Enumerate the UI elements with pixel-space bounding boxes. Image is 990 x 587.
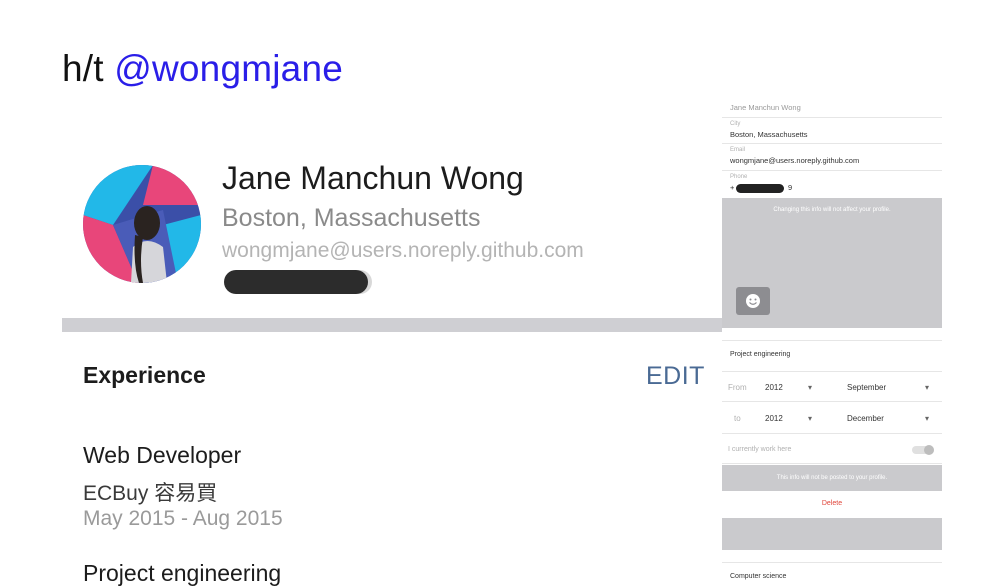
- next-section-title: Computer science: [730, 573, 787, 580]
- phone-field-suffix: 9: [788, 183, 793, 192]
- toggle-knob: [924, 445, 934, 455]
- field-divider: [722, 340, 942, 341]
- chevron-down-icon: ▾: [808, 383, 813, 392]
- twitter-handle-link[interactable]: @wongmjane: [114, 48, 343, 89]
- field-divider: [722, 401, 942, 402]
- chevron-down-icon: ▾: [808, 414, 813, 423]
- phone-field-label: Phone: [730, 174, 748, 180]
- field-divider: [722, 562, 942, 563]
- email-field-input[interactable]: wongmjane@users.noreply.github.com: [730, 156, 859, 165]
- from-label: From: [728, 383, 747, 392]
- post-note: This info will not be posted to your pro…: [776, 475, 888, 481]
- emoji-button[interactable]: [736, 287, 770, 315]
- edit-experience-button[interactable]: EDIT: [646, 362, 705, 391]
- from-year-select[interactable]: 2012: [765, 383, 783, 392]
- profile-avatar[interactable]: [83, 165, 201, 283]
- position-title: Project engineering: [730, 351, 791, 358]
- field-divider: [722, 117, 942, 118]
- hat-tip-credit: h/t @wongmjane: [62, 48, 343, 90]
- job-dates: May 2015 - Aug 2015: [83, 507, 283, 530]
- profile-name: Jane Manchun Wong: [222, 160, 524, 196]
- field-divider: [722, 433, 942, 434]
- phone-edit-screenshot: Jane Manchun Wong City Boston, Massachus…: [722, 100, 942, 585]
- profile-city: Boston, Massachusetts: [222, 204, 481, 232]
- info-note: Changing this info will not affect your …: [773, 207, 891, 213]
- to-month-select[interactable]: December: [847, 414, 884, 423]
- to-label: to: [734, 414, 741, 423]
- phone-name-partial: Jane Manchun Wong: [730, 103, 801, 112]
- city-field-label: City: [730, 121, 741, 127]
- field-divider: [722, 170, 942, 171]
- chevron-down-icon: ▾: [925, 383, 930, 392]
- section-divider: [62, 318, 722, 332]
- chevron-down-icon: ▾: [925, 414, 930, 423]
- from-month-select[interactable]: September: [847, 383, 886, 392]
- redacted-phone-bar: [224, 270, 368, 294]
- experience-heading: Experience: [83, 362, 206, 388]
- current-work-toggle[interactable]: [912, 445, 934, 455]
- field-divider: [722, 371, 942, 372]
- delete-button[interactable]: Delete: [722, 500, 942, 507]
- phone-redaction-bar: [736, 184, 784, 193]
- field-divider: [722, 143, 942, 144]
- phone-field-prefix: +: [730, 183, 735, 192]
- job-title[interactable]: Web Developer: [83, 442, 241, 469]
- smiley-icon: [746, 294, 760, 308]
- current-work-label: I currently work here: [728, 446, 792, 453]
- job-company: ECBuy 容易買: [83, 482, 218, 505]
- email-field-label: Email: [730, 147, 746, 153]
- city-field-input[interactable]: Boston, Massachusetts: [730, 130, 808, 139]
- field-divider: [722, 463, 942, 464]
- gray-spacer: [722, 518, 942, 550]
- hat-tip-prefix: h/t: [62, 48, 115, 89]
- avatar-photo: [83, 165, 201, 283]
- to-year-select[interactable]: 2012: [765, 414, 783, 423]
- job-title[interactable]: Project engineering: [83, 560, 281, 587]
- profile-email: wongmjane@users.noreply.github.com: [222, 239, 584, 262]
